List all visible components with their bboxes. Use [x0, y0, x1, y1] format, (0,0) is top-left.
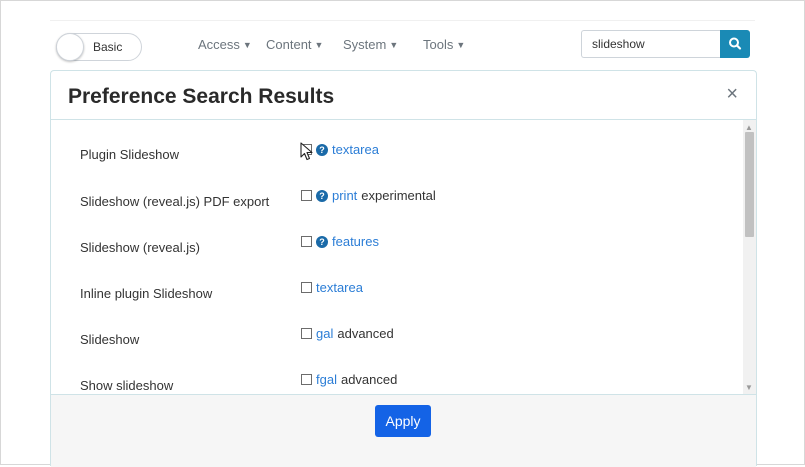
preference-tag: advanced [337, 326, 394, 341]
menu-tools[interactable]: Tools ▼ [423, 37, 465, 52]
preference-link[interactable]: textarea [316, 280, 363, 295]
modal-footer: Apply [51, 394, 756, 467]
result-row: Slideshow (reveal.js) ? features [51, 234, 741, 274]
menu-access[interactable]: Access ▼ [198, 37, 252, 52]
mouse-cursor-icon [300, 142, 313, 161]
preference-link[interactable]: fgal [316, 372, 337, 387]
menu-system[interactable]: System ▼ [343, 37, 398, 52]
mode-toggle[interactable]: Basic [56, 33, 142, 61]
preference-link[interactable]: textarea [332, 142, 379, 157]
search-input[interactable] [581, 30, 720, 58]
caret-down-icon: ▼ [456, 40, 466, 50]
preference-label: Slideshow [80, 332, 140, 347]
modal-title: Preference Search Results [68, 85, 335, 108]
help-icon[interactable]: ? [316, 235, 328, 248]
help-icon[interactable]: ? [316, 143, 328, 156]
preference-checkbox[interactable] [301, 282, 312, 293]
menu-tools-label: Tools [423, 37, 454, 52]
preference-label: Slideshow (reveal.js) [80, 240, 200, 255]
caret-down-icon: ▼ [242, 40, 252, 50]
mode-toggle-label: Basic [93, 40, 123, 54]
preference-label: Slideshow (reveal.js) PDF export [80, 194, 270, 209]
preference-link[interactable]: gal [316, 326, 333, 341]
preference-label: Show slideshow [80, 378, 174, 393]
result-row: Slideshow gal advanced [51, 326, 741, 366]
scroll-up-icon[interactable]: ▲ [745, 123, 753, 132]
preference-tag: advanced [340, 372, 398, 387]
menu-content[interactable]: Content ▼ [266, 37, 323, 52]
close-button[interactable]: × [726, 83, 738, 106]
top-navbar: Basic Access ▼ Content ▼ System ▼ Tools ▼ [50, 20, 755, 71]
scroll-down-icon[interactable]: ▼ [745, 383, 753, 392]
help-icon[interactable]: ? [316, 189, 328, 202]
preference-tag: experimental [361, 188, 436, 203]
preference-label: Plugin Slideshow [80, 147, 180, 162]
modal-body: Plugin Slideshow ? textarea Slideshow (r… [51, 120, 756, 394]
caret-down-icon: ▼ [389, 40, 399, 50]
result-row: Slideshow (reveal.js) PDF export ? print… [51, 188, 741, 228]
preference-search-modal: Preference Search Results × Plugin Slide… [50, 70, 757, 467]
preference-checkbox[interactable] [301, 328, 312, 339]
modal-header: Preference Search Results × [51, 71, 756, 120]
menu-content-label: Content [266, 37, 312, 52]
preference-checkbox[interactable] [301, 374, 312, 385]
menu-system-label: System [343, 37, 387, 52]
menu-access-label: Access [198, 37, 240, 52]
scrollbar-thumb[interactable] [745, 132, 754, 237]
result-row: Plugin Slideshow ? textarea [51, 142, 741, 182]
apply-button[interactable]: Apply [375, 405, 431, 437]
results-scrollbar[interactable]: ▲ ▼ [743, 120, 756, 394]
result-row: Show slideshow fgal advanced [51, 372, 741, 394]
preference-checkbox[interactable] [301, 236, 312, 247]
search-button[interactable] [720, 30, 750, 58]
preference-link[interactable]: print [332, 188, 357, 203]
result-row: Inline plugin Slideshow textarea [51, 280, 741, 320]
caret-down-icon: ▼ [314, 40, 324, 50]
toggle-knob [56, 33, 84, 61]
preference-label: Inline plugin Slideshow [80, 286, 213, 301]
preference-link[interactable]: features [332, 234, 379, 249]
search-icon [729, 37, 742, 50]
preference-checkbox[interactable] [301, 190, 312, 201]
